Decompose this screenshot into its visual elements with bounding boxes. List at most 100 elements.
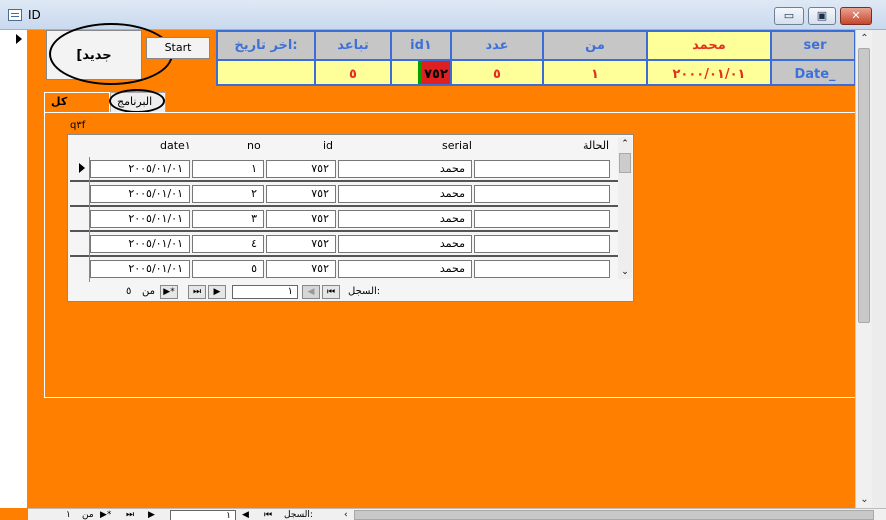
cell-no[interactable]: ١ <box>192 160 264 178</box>
cell-id[interactable]: ٧٥٢ <box>266 235 336 253</box>
form-vertical-scrollbar[interactable]: ⌃ ⌄ <box>855 30 872 508</box>
header-value-date[interactable]: Date_ <box>772 59 854 84</box>
row-selector[interactable] <box>72 257 90 282</box>
minimize-button[interactable]: ▭ <box>774 7 804 25</box>
scroll-down-icon[interactable]: ⌄ <box>618 265 632 279</box>
table-row[interactable]: محمد ٧٥٢ ٤ ٢٠٠٥/٠١/٠١ <box>70 232 618 257</box>
cell-serial[interactable]: محمد <box>338 210 472 228</box>
hand-drawn-circle <box>109 89 165 113</box>
cell-status[interactable] <box>474 235 610 253</box>
scroll-thumb[interactable] <box>619 153 631 173</box>
nav-current-record-input[interactable]: ١ <box>232 285 298 299</box>
cell-status[interactable] <box>474 185 610 203</box>
tab-all-records[interactable]: كل السجلات <box>44 92 110 126</box>
cell-status[interactable] <box>474 160 610 178</box>
cell-status[interactable] <box>474 210 610 228</box>
records-subform: الحالة serial id no date١ محمد ٧٥٢ ١ ٢٠٠… <box>67 134 634 302</box>
header-value-id-cell[interactable]: ٧٥٢ <box>392 59 452 84</box>
tab-program[interactable]: البرنامج <box>109 89 166 113</box>
cell-id[interactable]: ٧٥٢ <box>266 210 336 228</box>
table-row[interactable]: محمد ٧٥٢ ٢ ٢٠٠٥/٠١/٠١ <box>70 182 618 207</box>
cell-no[interactable]: ٢ <box>192 185 264 203</box>
maximize-button[interactable]: ▣ <box>808 7 836 25</box>
scroll-up-icon[interactable]: ⌃ <box>856 30 873 47</box>
header-value-from[interactable]: ١ <box>544 59 648 84</box>
nav-first-icon[interactable]: ⏮ <box>322 285 340 299</box>
row-selector[interactable] <box>72 182 90 207</box>
horizontal-scroll-thumb[interactable] <box>354 510 874 520</box>
scroll-up-icon[interactable]: ⌃ <box>618 137 632 151</box>
nav-record-label: السجل: <box>348 286 381 297</box>
form-nav-last-icon[interactable]: ⏭ <box>126 510 134 520</box>
cell-serial[interactable]: محمد <box>338 185 472 203</box>
cell-id[interactable]: ٧٥٢ <box>266 185 336 203</box>
cell-id[interactable]: ٧٥٢ <box>266 260 336 278</box>
cell-date[interactable]: ٢٠٠٥/٠١/٠١ <box>90 160 190 178</box>
column-header-status: الحالة <box>583 139 610 152</box>
horizontal-scroll-left-icon[interactable]: ‹ <box>344 510 348 520</box>
subform-vertical-scrollbar[interactable]: ⌃ ⌄ <box>618 137 632 279</box>
cell-date[interactable]: ٢٠٠٥/٠١/٠١ <box>90 260 190 278</box>
form-nav-first-icon[interactable]: ⏮ <box>264 510 272 520</box>
nav-total-count: ٥ <box>126 286 132 297</box>
header-label-ser: ser <box>803 38 827 53</box>
new-button[interactable]: [جديد <box>46 23 173 85</box>
form-nav-new-record-icon[interactable]: ▶* <box>100 510 111 520</box>
header-label-from: من <box>544 32 648 59</box>
cell-date[interactable]: ٢٠٠٥/٠١/٠١ <box>90 235 190 253</box>
scroll-thumb[interactable] <box>858 48 870 323</box>
current-record-arrow-icon <box>16 34 22 44</box>
row-selector[interactable] <box>72 232 90 257</box>
nav-previous-icon[interactable]: ◀ <box>302 285 320 299</box>
table-row[interactable]: محمد ٧٥٢ ١ ٢٠٠٥/٠١/٠١ <box>70 157 618 182</box>
nav-next-icon[interactable]: ▶ <box>208 285 226 299</box>
table-row[interactable]: محمد ٧٥٢ ٥ ٢٠٠٥/٠١/٠١ <box>70 257 618 282</box>
column-header-id: id <box>323 139 334 152</box>
form-nav-previous-icon[interactable]: ◀ <box>242 510 249 520</box>
header-label-last-date: اخر تاريخ: <box>218 32 316 59</box>
form-nav-current-input[interactable]: ١ <box>170 510 236 520</box>
form-icon <box>8 9 22 21</box>
form-nav-label: السجل: <box>284 510 313 520</box>
header-value-name[interactable]: ٢٠٠٠/٠١/٠١ <box>648 59 772 84</box>
column-header-serial: serial <box>442 139 472 152</box>
form-nav-next-icon[interactable]: ▶ <box>148 510 155 520</box>
cell-no[interactable]: ٣ <box>192 210 264 228</box>
column-header-date: date١ <box>160 139 191 152</box>
subform-record-navigator: السجل: ⏮ ◀ ١ ▶ ⏭ ▶* من ٥ <box>68 283 633 301</box>
text-cursor <box>418 61 422 84</box>
cell-serial[interactable]: محمد <box>338 235 472 253</box>
row-selector[interactable] <box>72 157 90 182</box>
header-value-last-date[interactable] <box>218 59 316 84</box>
start-button[interactable]: Start <box>146 37 210 59</box>
header-value-id: ٧٥٢ <box>422 61 450 84</box>
cell-date[interactable]: ٢٠٠٥/٠١/٠١ <box>90 210 190 228</box>
cell-no[interactable]: ٤ <box>192 235 264 253</box>
nav-of-label: من <box>142 286 155 297</box>
cell-serial[interactable]: محمد <box>338 260 472 278</box>
header-grid: ser محمد من عدد id١ تباعد التاريخ اخر تا… <box>216 30 856 86</box>
header-value-count[interactable]: ٥ <box>452 59 544 84</box>
close-button[interactable]: ✕ <box>840 7 872 25</box>
header-value-date-gap[interactable]: ٥ <box>316 59 392 84</box>
header-label-name: محمد <box>648 32 772 59</box>
window-frame-edge <box>872 30 886 520</box>
table-row[interactable]: محمد ٧٥٢ ٣ ٢٠٠٥/٠١/٠١ <box>70 207 618 232</box>
nav-last-icon[interactable]: ⏭ <box>188 285 206 299</box>
nav-new-record-icon[interactable]: ▶* <box>160 285 178 299</box>
cell-serial[interactable]: محمد <box>338 160 472 178</box>
header-label-date-gap: تباعد التاريخ <box>316 32 392 80</box>
record-selector[interactable] <box>0 30 28 508</box>
cell-id[interactable]: ٧٥٢ <box>266 160 336 178</box>
row-selector[interactable] <box>72 207 90 232</box>
cell-no[interactable]: ٥ <box>192 260 264 278</box>
header-label-id: id١ <box>392 32 452 59</box>
scroll-down-icon[interactable]: ⌄ <box>856 491 873 508</box>
form-record-navigator: السجل: ⏮ ◀ ١ ▶ ⏭ ▶* من ١ ‹ <box>28 508 886 520</box>
column-header-no: no <box>247 139 261 152</box>
cell-status[interactable] <box>474 260 610 278</box>
window-title: ID <box>28 8 41 22</box>
form-nav-of-label: من <box>82 510 94 520</box>
header-label-count: عدد <box>452 32 544 59</box>
cell-date[interactable]: ٢٠٠٥/٠١/٠١ <box>90 185 190 203</box>
